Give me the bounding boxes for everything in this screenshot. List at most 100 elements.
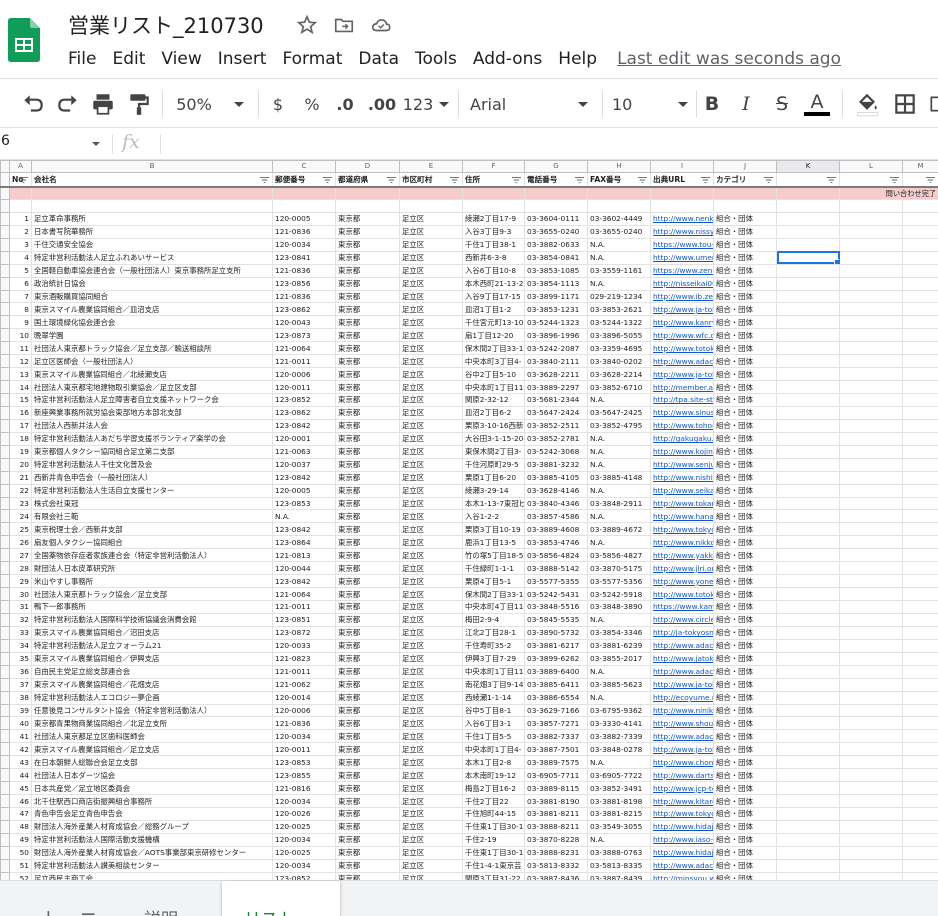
cell-company[interactable]: 社団法人西新井法人会 [31,418,273,433]
cell-company[interactable]: 特定非営利活動法人国際科学技術協議会消費会館 [31,612,273,627]
cell-fax[interactable]: 03-3853-2621 [587,302,651,317]
cell[interactable] [713,186,777,200]
cell-city[interactable]: 足立区 [399,444,463,459]
cell-tel[interactable]: 03-3885-6411 [524,677,588,692]
cell-tel[interactable]: 03-5577-5355 [524,574,588,589]
cell-prefecture[interactable]: 東京都 [335,431,400,446]
cell-category[interactable]: 組合・団体 [713,237,777,252]
cell-company[interactable]: 特定非営利活動法人足立障害者自立支援ネットワーク会 [31,393,273,407]
cell-category[interactable]: 組合・団体 [713,651,777,666]
cell-fax[interactable]: N.A. [587,431,651,446]
header-address[interactable]: 住所 [462,172,525,188]
cell-company[interactable]: 社団法人日本ダーツ協会 [31,768,273,783]
cell[interactable] [902,781,938,796]
cell[interactable] [839,768,903,783]
row-number[interactable] [0,457,10,472]
cell-fax[interactable]: 03-3885-4148 [587,470,651,485]
cell-address[interactable]: 本木南町19-12 [462,768,525,783]
cell-fax[interactable]: 03-5244-1322 [587,315,651,330]
cell-prefecture[interactable]: 東京都 [335,328,400,343]
selected-cell[interactable] [776,250,840,265]
header-city[interactable]: 市区町村 [399,172,463,188]
cell-zip[interactable]: 123-0852 [272,393,336,407]
cell-zip[interactable]: 120-0025 [272,819,336,834]
cell-company[interactable]: 青色申告会足立青色申告会 [31,807,273,821]
cell-no[interactable]: 12 [9,354,32,369]
cell-zip[interactable]: 121-0064 [272,587,336,601]
cell-category[interactable]: 組合・団体 [713,289,777,304]
cell[interactable] [524,186,588,200]
cell-city[interactable]: 足立区 [399,315,463,330]
column-header-b[interactable]: B [31,160,273,173]
header-l[interactable] [839,172,903,188]
cell-city[interactable]: 足立区 [399,302,463,317]
cell-url[interactable]: http://www.darts [650,768,714,783]
cell-category[interactable]: 組合・団体 [713,729,777,744]
cell-url[interactable]: http://www.umeni [650,250,714,265]
cell[interactable] [839,612,903,627]
cell-url[interactable]: http://www.iaso-j [650,832,714,847]
cell-no[interactable]: 29 [9,574,32,589]
cell[interactable] [902,302,938,317]
cell-no[interactable]: 30 [9,587,32,601]
cell-company[interactable]: 株式会社東冠 [31,496,273,511]
cell-tel[interactable]: 03-3854-0841 [524,250,588,265]
cell-company[interactable]: 任意後見コンサルタント協会（特定非営利活動法人） [31,703,273,718]
cell-address[interactable]: 関原2-32-12 [462,393,525,407]
cell-prefecture[interactable]: 東京都 [335,794,400,808]
cell[interactable] [839,444,903,459]
cell-zip[interactable]: 120-0034 [272,832,336,847]
cell-address[interactable]: 扇1丁目12-20 [462,328,525,343]
cell-company[interactable]: 財団法人海外産業人材育成協会／AOTS事業部東京研修センター [31,845,273,860]
cell-address[interactable]: 千住1丁目38-1 [462,237,525,252]
cell[interactable] [776,561,840,576]
cell-company[interactable]: 足立区医師会（一般社団法人） [31,354,273,369]
cell-zip[interactable]: 123-0842 [272,522,336,537]
fill-handle[interactable] [834,258,839,264]
cell-tel[interactable]: 03-3857-7271 [524,716,588,731]
cell-url[interactable]: http://www.yakka [650,548,714,563]
cell[interactable] [902,224,938,239]
cell[interactable] [902,263,938,278]
cell-no[interactable]: 1 [9,211,32,226]
cell-fax[interactable]: 03-3559-1161 [587,263,651,278]
cell[interactable] [902,729,938,744]
cell-prefecture[interactable]: 東京都 [335,742,400,757]
row-number[interactable] [0,302,10,317]
cell-tel[interactable]: 03-3889-8115 [524,781,588,796]
cell[interactable] [776,380,840,394]
cell-zip[interactable]: 120-0005 [272,211,336,226]
cell-tel[interactable]: 03-3848-5516 [524,600,588,614]
row-number[interactable] [0,470,10,485]
cell-company[interactable]: 東京税理士会／西新井支部 [31,522,273,537]
cell[interactable] [839,522,903,537]
cell-no[interactable]: 10 [9,328,32,343]
row-number[interactable] [0,625,10,640]
cell-city[interactable]: 足立区 [399,509,463,524]
cell-zip[interactable]: 120-0034 [272,794,336,808]
cell-city[interactable]: 足立区 [399,729,463,744]
cell-no[interactable]: 28 [9,561,32,576]
cell-prefecture[interactable]: 東京都 [335,522,400,537]
cell-zip[interactable]: 120-0014 [272,690,336,705]
cell-fax[interactable]: 03-3655-0240 [587,224,651,239]
cell-no[interactable]: 16 [9,405,32,420]
cell-prefecture[interactable]: 東京都 [335,315,400,330]
cell-fax[interactable]: N.A. [587,250,651,265]
cell-fax[interactable]: 03-3359-4695 [587,341,651,356]
cell[interactable] [776,393,840,407]
cell[interactable] [902,755,938,770]
cell-tel[interactable]: 03-5244-1323 [524,315,588,330]
cell[interactable] [272,186,336,200]
cell-no[interactable]: 35 [9,651,32,666]
cell-city[interactable]: 足立区 [399,263,463,278]
cell-prefecture[interactable]: 東京都 [335,871,400,880]
cell[interactable] [776,638,840,653]
cell-no[interactable]: 9 [9,315,32,330]
row-number[interactable] [0,832,10,847]
text-color-button[interactable]: A [804,89,830,119]
row-number[interactable] [0,561,10,576]
cell[interactable] [776,302,840,317]
cell-city[interactable]: 足立区 [399,845,463,860]
cell-no[interactable]: 2 [9,224,32,239]
